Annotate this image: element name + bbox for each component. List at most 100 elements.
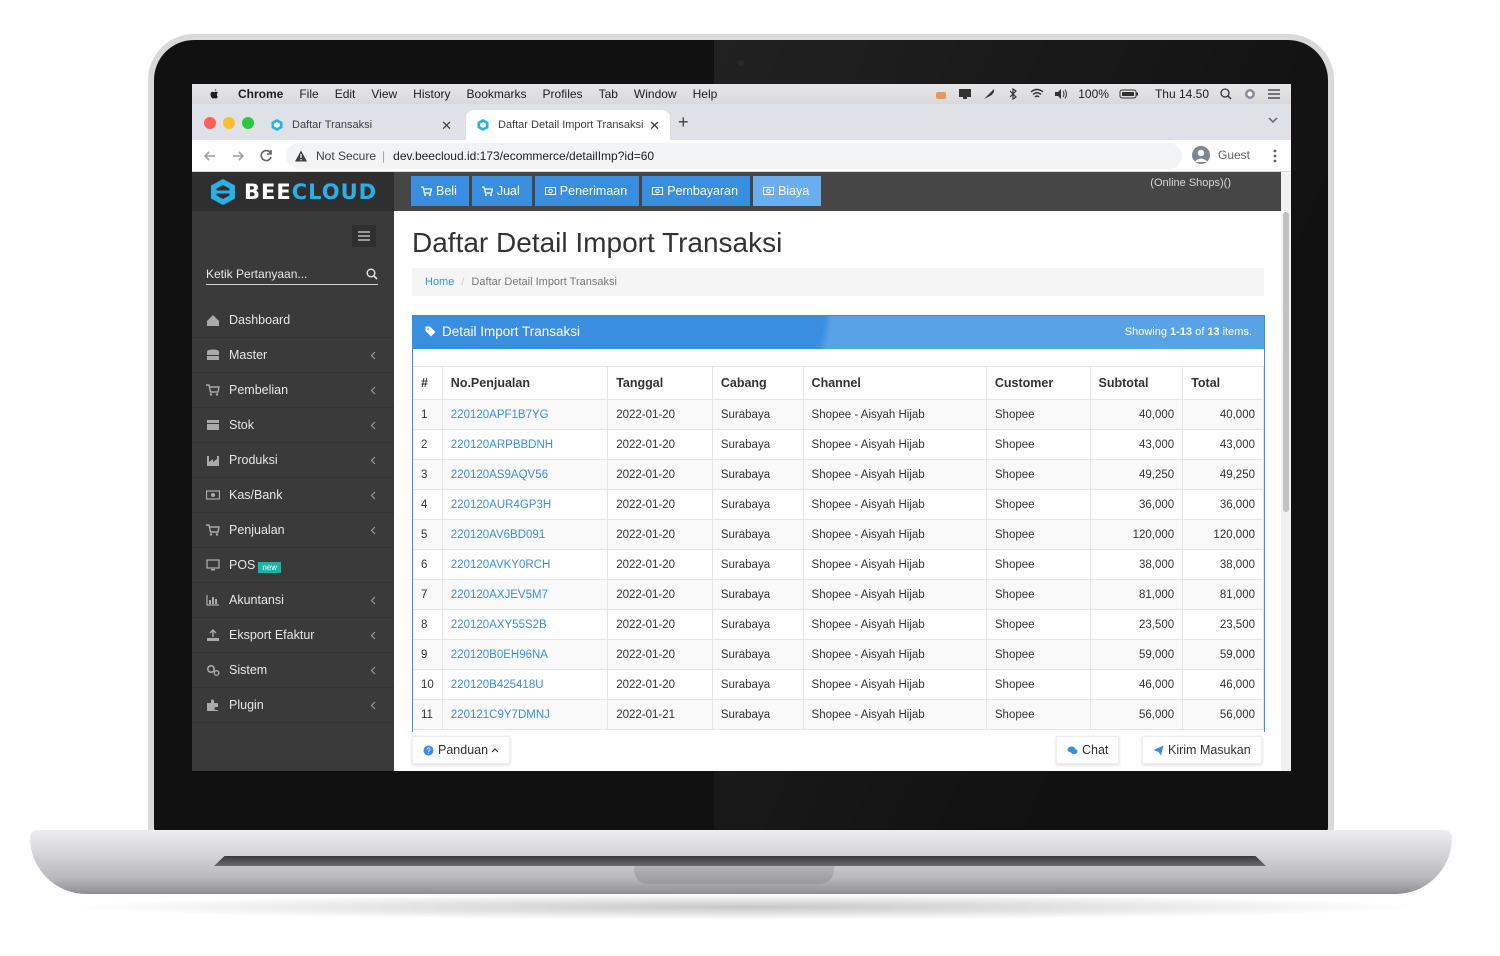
- menu-edit[interactable]: Edit: [335, 87, 356, 101]
- menu-bookmarks[interactable]: Bookmarks: [467, 87, 527, 101]
- bluetooth-icon[interactable]: [1006, 88, 1020, 100]
- tab-daftar-transaksi[interactable]: Daftar Transaksi ✕: [260, 110, 462, 140]
- sale-number-link[interactable]: 220120AVKY0RCH: [451, 559, 551, 571]
- topnav-biaya-button[interactable]: Biaya: [753, 176, 822, 206]
- breadcrumb-home-link[interactable]: Home: [425, 276, 454, 288]
- hand-icon[interactable]: [934, 88, 948, 100]
- sale-number-link[interactable]: 220121C9Y7DMNJ: [451, 709, 550, 721]
- brand-logo[interactable]: BEECLOUD: [192, 172, 394, 211]
- new-tab-button[interactable]: +: [678, 112, 689, 133]
- menu-tab[interactable]: Tab: [599, 87, 618, 101]
- col-header-cabang[interactable]: Cabang: [712, 366, 804, 400]
- sidebar-item-plugin[interactable]: Plugin: [192, 688, 394, 723]
- forward-arrow-icon[interactable]: [228, 146, 248, 166]
- siri-icon[interactable]: [1243, 88, 1257, 100]
- display-icon[interactable]: [958, 88, 972, 100]
- send-feedback-button[interactable]: Kirim Masukan: [1142, 736, 1262, 764]
- col-header-no-penjualan[interactable]: No.Penjualan: [442, 366, 609, 400]
- sale-number-link[interactable]: 220120AXY55S2B: [451, 619, 547, 631]
- sidebar-item-sistem[interactable]: Sistem: [192, 653, 394, 688]
- close-window-button[interactable]: [204, 117, 216, 129]
- chevron-left-icon[interactable]: [370, 421, 376, 430]
- tab-detail-import[interactable]: Daftar Detail Import Transaksi ✕: [466, 110, 670, 140]
- sidebar-item-akuntansi[interactable]: Akuntansi: [192, 583, 394, 618]
- back-arrow-icon[interactable]: [200, 146, 220, 166]
- chevron-left-icon[interactable]: [370, 526, 376, 535]
- menu-app-name[interactable]: Chrome: [238, 87, 283, 101]
- sale-number-link[interactable]: 220120APF1B7YG: [451, 409, 549, 421]
- chevron-left-icon[interactable]: [370, 351, 376, 360]
- sale-number-link[interactable]: 220120B425418U: [451, 679, 544, 691]
- spotlight-search-icon[interactable]: [1219, 88, 1233, 100]
- topnav-jual-button[interactable]: Jual: [471, 176, 532, 206]
- topnav-beli-button[interactable]: Beli: [411, 176, 469, 206]
- topnav-penerimaan-button[interactable]: Penerimaan: [534, 176, 640, 206]
- chevron-left-icon[interactable]: [370, 631, 376, 640]
- col-header-subtotal[interactable]: Subtotal: [1090, 366, 1184, 400]
- sale-number-link[interactable]: 220120AXJEV5M7: [451, 589, 548, 601]
- sidebar-item-kas-bank[interactable]: Kas/Bank: [192, 478, 394, 513]
- close-tab-icon[interactable]: ✕: [649, 118, 660, 134]
- page-scrollbar[interactable]: [1281, 172, 1291, 771]
- cell-no-penjualan: 220120AXJEV5M7: [442, 579, 609, 610]
- chevron-left-icon[interactable]: [370, 666, 376, 675]
- address-bar[interactable]: Not Secure | dev.beecloud.id:173/ecommer…: [286, 143, 1182, 169]
- chevron-left-icon[interactable]: [370, 456, 376, 465]
- tab-search-chevron-icon[interactable]: [1267, 114, 1279, 126]
- menu-profiles[interactable]: Profiles: [543, 87, 583, 101]
- chevron-left-icon[interactable]: [370, 386, 376, 395]
- chevron-left-icon[interactable]: [370, 701, 376, 710]
- sale-number-link[interactable]: 220120AUR4GP3H: [451, 499, 551, 511]
- menu-file[interactable]: File: [299, 87, 318, 101]
- menu-help[interactable]: Help: [693, 87, 718, 101]
- wifi-icon[interactable]: [1030, 88, 1044, 100]
- sale-number-link[interactable]: 220120AS9AQV56: [451, 469, 548, 481]
- menu-window[interactable]: Window: [634, 87, 677, 101]
- sidebar-item-stok[interactable]: Stok: [192, 408, 394, 443]
- sidebar-toggle-button[interactable]: [352, 225, 376, 247]
- security-status[interactable]: Not Secure: [316, 149, 376, 163]
- warning-triangle-icon[interactable]: [294, 149, 308, 163]
- search-icon[interactable]: [366, 268, 378, 280]
- more-options-icon[interactable]: [1273, 148, 1277, 164]
- profile-button[interactable]: Guest: [1192, 146, 1250, 164]
- breadcrumb-current: Daftar Detail Import Transaksi: [471, 276, 617, 288]
- sidebar-item-eksport-efaktur[interactable]: Eksport Efaktur: [192, 618, 394, 653]
- sidebar-item-penjualan[interactable]: Penjualan: [192, 513, 394, 548]
- chevron-left-icon[interactable]: [370, 491, 376, 500]
- feather-icon[interactable]: [982, 88, 996, 100]
- apple-icon[interactable]: [208, 88, 220, 100]
- chevron-left-icon[interactable]: [370, 596, 376, 605]
- chat-button[interactable]: Chat: [1056, 736, 1120, 764]
- menu-history[interactable]: History: [413, 87, 450, 101]
- guide-button[interactable]: ? Panduan: [412, 736, 511, 764]
- sidebar-item-master[interactable]: Master: [192, 338, 394, 373]
- menubar-clock[interactable]: Thu 14.50: [1155, 87, 1209, 101]
- volume-icon[interactable]: [1054, 88, 1068, 100]
- zoom-window-button[interactable]: [242, 117, 254, 129]
- sale-number-link[interactable]: 220120ARPBBDNH: [451, 439, 553, 451]
- minimize-window-button[interactable]: [223, 117, 235, 129]
- scrollbar-thumb[interactable]: [1283, 212, 1289, 512]
- sidebar-item-produksi[interactable]: Produksi: [192, 443, 394, 478]
- sale-number-link[interactable]: 220120AV6BD091: [451, 529, 545, 541]
- sidebar-item-pos[interactable]: POS new: [192, 548, 394, 583]
- battery-icon[interactable]: [1119, 88, 1139, 100]
- search-input[interactable]: [206, 266, 346, 281]
- col-header-number[interactable]: #: [413, 366, 443, 400]
- topnav-pembayaran-button[interactable]: Pembayaran: [642, 176, 751, 206]
- col-header-customer[interactable]: Customer: [986, 366, 1091, 400]
- sale-number-link[interactable]: 220120B0EH96NA: [451, 649, 548, 661]
- cell-subtotal: 120,000: [1090, 519, 1184, 550]
- col-header-tanggal[interactable]: Tanggal: [607, 366, 713, 400]
- col-header-total[interactable]: Total: [1182, 366, 1264, 400]
- sidebar-item-dashboard[interactable]: Dashboard: [192, 303, 394, 338]
- reload-icon[interactable]: [256, 146, 276, 166]
- sidebar-item-pembelian[interactable]: Pembelian: [192, 373, 394, 408]
- close-tab-icon[interactable]: ✕: [441, 118, 452, 134]
- cell-cabang: Surabaya: [712, 549, 804, 580]
- col-header-channel[interactable]: Channel: [803, 366, 987, 400]
- notification-center-icon[interactable]: [1267, 88, 1281, 100]
- url-text[interactable]: dev.beecloud.id:173/ecommerce/detailImp?…: [393, 149, 654, 163]
- menu-view[interactable]: View: [371, 87, 397, 101]
